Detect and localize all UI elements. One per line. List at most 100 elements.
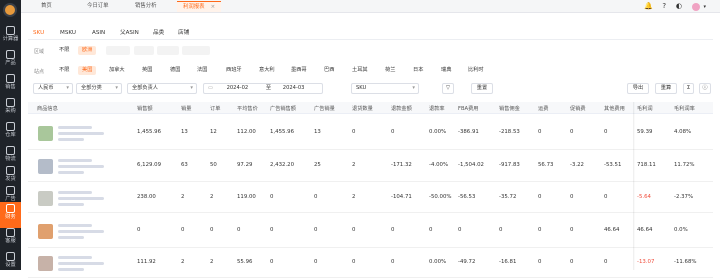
table-cell: -171.32 bbox=[391, 162, 412, 168]
site-jp[interactable]: 日本 bbox=[409, 66, 427, 75]
region-option[interactable] bbox=[134, 46, 154, 55]
table-cell: 2 bbox=[352, 194, 356, 200]
sidebar-item-warehouse[interactable]: 仓库 bbox=[0, 120, 21, 146]
filter-button[interactable]: ▽ bbox=[442, 83, 454, 94]
table-cell: 56.73 bbox=[538, 162, 554, 168]
site-nl[interactable]: 荷兰 bbox=[381, 66, 399, 75]
sidebar-item-sales[interactable]: 销售 bbox=[0, 72, 21, 98]
table-row[interactable]: 111.92 2 2 55.96 0 0 0 0 0.00% -49.72 -16.81 0 0 0 -13… bbox=[28, 248, 713, 278]
col-promotion[interactable]: 促销费 bbox=[570, 105, 586, 112]
site-any[interactable]: 不限 bbox=[55, 66, 73, 75]
table-cell: 2 bbox=[181, 194, 185, 200]
info-button[interactable]: ⓘ bbox=[699, 83, 711, 94]
site-ca[interactable]: 加拿大 bbox=[105, 66, 129, 75]
col-product[interactable]: 商品信息 bbox=[37, 105, 58, 112]
col-refund-amount[interactable]: 退款金额 bbox=[391, 105, 412, 112]
tab-profit-report[interactable]: 利润报表 × bbox=[177, 1, 222, 12]
table-cell: 50 bbox=[210, 162, 217, 168]
col-returns[interactable]: 退货数量 bbox=[352, 105, 373, 112]
site-es[interactable]: 西班牙 bbox=[222, 66, 246, 75]
avatar[interactable] bbox=[691, 2, 700, 11]
tab-home[interactable]: 首页 bbox=[35, 1, 58, 12]
table-cell: 0 bbox=[391, 129, 395, 135]
export-button[interactable]: 导出 bbox=[627, 83, 649, 94]
product-thumbnail[interactable] bbox=[38, 256, 53, 271]
col-shipping[interactable]: 运费 bbox=[538, 105, 548, 112]
table-cell: -104.71 bbox=[391, 194, 412, 200]
chevron-down-icon[interactable]: ▾ bbox=[703, 4, 706, 10]
site-mx[interactable]: 墨西哥 bbox=[287, 66, 311, 75]
sidebar-item-product[interactable]: 产品 bbox=[0, 48, 21, 74]
table-cell: 0 bbox=[570, 194, 574, 200]
region-europe[interactable]: 欧洲 bbox=[78, 46, 97, 55]
date-range-picker[interactable]: ▭ 2024-02 至 2024-03 bbox=[203, 83, 323, 94]
product-thumbnail[interactable] bbox=[38, 126, 53, 141]
bell-icon[interactable]: 🔔 bbox=[644, 2, 653, 10]
col-ad-sales[interactable]: 广告销售额 bbox=[270, 105, 296, 112]
col-gross-margin[interactable]: 毛利润率 bbox=[674, 105, 695, 112]
table-cell: 718.11 bbox=[637, 162, 656, 168]
table-row[interactable]: 1,455.96 13 12 112.00 1,455.96 13 0 0 0.00% -386.… bbox=[28, 115, 713, 150]
region-option[interactable] bbox=[157, 46, 179, 55]
table-cell: 0 bbox=[314, 259, 318, 265]
product-thumbnail[interactable] bbox=[38, 159, 53, 174]
reset-button[interactable]: 重置 bbox=[471, 83, 493, 94]
tab-today-orders[interactable]: 今日订单 bbox=[81, 1, 115, 12]
sidebar-item-label: 设置 bbox=[5, 262, 16, 268]
col-other-fees[interactable]: 其他费用 bbox=[604, 105, 625, 112]
site-uk[interactable]: 英国 bbox=[138, 66, 156, 75]
col-sales[interactable]: 销售额 bbox=[137, 105, 153, 112]
sidebar-item-finance[interactable]: 财务 bbox=[0, 202, 21, 228]
owner-select[interactable]: 全部负责人 ▾ bbox=[127, 83, 197, 94]
category-select[interactable]: 全部分类 ▾ bbox=[76, 83, 122, 94]
product-info-redacted bbox=[58, 126, 92, 129]
table-cell: 0 bbox=[604, 194, 608, 200]
col-fba-fee[interactable]: FBA费用 bbox=[458, 105, 478, 112]
site-us[interactable]: 美国 bbox=[78, 66, 97, 75]
table-cell: -11.68% bbox=[674, 259, 697, 265]
product-info-redacted bbox=[58, 262, 104, 265]
col-gross-profit[interactable]: 毛利润 bbox=[637, 105, 653, 112]
site-se[interactable]: 瑞典 bbox=[437, 66, 455, 75]
product-info-redacted bbox=[58, 256, 92, 259]
col-orders[interactable]: 订单 bbox=[210, 105, 220, 112]
region-option[interactable] bbox=[106, 46, 130, 55]
site-be[interactable]: 比利时 bbox=[464, 66, 488, 75]
sidebar-item-purchase[interactable]: 采购 bbox=[0, 96, 21, 122]
region-option[interactable] bbox=[182, 46, 210, 55]
recalculate-button[interactable]: 重算 bbox=[655, 83, 677, 94]
product-info-redacted bbox=[58, 224, 92, 227]
app-logo[interactable] bbox=[3, 3, 17, 17]
currency-select[interactable]: 人民币 ▾ bbox=[33, 83, 73, 94]
col-commission[interactable]: 销售佣金 bbox=[499, 105, 520, 112]
table-row[interactable]: 0 0 0 0 0 0 0 0 0 0 0 0 0 46.64 46.64 0.0% bbox=[28, 213, 713, 248]
table-cell: 111.92 bbox=[137, 259, 156, 265]
col-refund-rate[interactable]: 退款率 bbox=[429, 105, 445, 112]
sidebar-item-support[interactable]: 客服 bbox=[0, 226, 21, 252]
table-row[interactable]: 6,129.09 63 50 97.29 2,432.20 25 2 -171.32 -4.00… bbox=[28, 150, 713, 182]
site-br[interactable]: 巴西 bbox=[320, 66, 338, 75]
site-tr[interactable]: 土耳其 bbox=[348, 66, 372, 75]
sku-select[interactable]: SKU ▾ bbox=[351, 83, 419, 94]
close-icon[interactable]: × bbox=[211, 4, 216, 10]
tab-sales-analysis[interactable]: 销售分析 bbox=[129, 1, 163, 12]
site-it[interactable]: 意大利 bbox=[255, 66, 279, 75]
product-info-redacted bbox=[58, 159, 92, 162]
product-thumbnail[interactable] bbox=[38, 224, 53, 239]
calendar-icon: ▭ bbox=[208, 85, 213, 91]
region-any[interactable]: 不限 bbox=[55, 46, 73, 55]
col-ad-qty[interactable]: 广告销量 bbox=[314, 105, 335, 112]
finance-icon bbox=[6, 204, 15, 213]
col-avg-price[interactable]: 平均售价 bbox=[237, 105, 258, 112]
table-cell: 0 bbox=[538, 227, 542, 233]
sum-button[interactable]: Σ bbox=[683, 83, 694, 94]
col-qty[interactable]: 销量 bbox=[181, 105, 191, 112]
site-de[interactable]: 德国 bbox=[166, 66, 184, 75]
table-row[interactable]: 238.00 2 2 119.00 0 0 2 -104.71 -50.00% -56.53 -35… bbox=[28, 182, 713, 213]
sidebar-item-settings[interactable]: 设置 bbox=[0, 250, 21, 276]
product-thumbnail[interactable] bbox=[38, 191, 53, 206]
site-fr[interactable]: 法国 bbox=[193, 66, 211, 75]
help-icon[interactable]: ? bbox=[662, 2, 666, 10]
theme-icon[interactable]: ◐ bbox=[676, 2, 682, 10]
sidebar-item-calculator[interactable]: 计算器 bbox=[0, 24, 21, 50]
